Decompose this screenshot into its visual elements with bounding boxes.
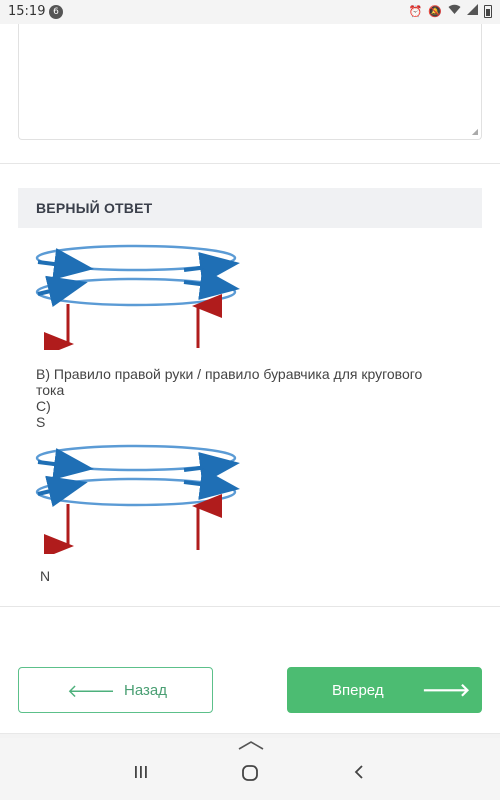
answer-text: B) Правило правой руки / правило буравчи…: [36, 366, 486, 430]
answer-line-c: C): [36, 398, 51, 414]
back-icon[interactable]: [352, 764, 366, 780]
back-button-label: Назад: [124, 682, 167, 699]
circular-current-diagram: [35, 244, 240, 350]
wifi-icon: [448, 4, 461, 18]
circular-current-diagram-2: [35, 444, 240, 554]
chevron-up-icon[interactable]: [238, 740, 264, 750]
answer-line-b-cont: тока: [36, 382, 65, 398]
answer-textarea[interactable]: ◢: [18, 24, 482, 140]
divider: [0, 163, 500, 164]
arrow-left-icon: 🡐: [67, 681, 116, 701]
system-nav-bar: [0, 738, 500, 800]
status-icons: ⏰ 🔕: [409, 4, 492, 18]
signal-icon: [467, 4, 478, 18]
current-arrow: [37, 475, 88, 507]
back-button[interactable]: 🡐 Назад: [18, 667, 213, 713]
status-bar: 15:19 6 ⏰ 🔕: [0, 0, 500, 24]
alarm-icon: ⏰: [408, 4, 423, 18]
pole-label-n: N: [40, 568, 51, 584]
correct-answer-header: ВЕРНЫЙ ОТВЕТ: [18, 188, 482, 228]
status-time: 15:19: [8, 4, 46, 19]
recent-apps-icon[interactable]: [133, 764, 149, 780]
resize-grip-icon[interactable]: ◢: [472, 127, 478, 136]
answer-line-s: S: [36, 414, 46, 430]
divider: [0, 606, 500, 607]
arrow-right-icon: 🡒: [422, 680, 471, 700]
battery-icon: [484, 4, 492, 18]
home-icon[interactable]: [241, 764, 259, 782]
current-arrow: [37, 275, 88, 307]
next-button[interactable]: Вперед 🡒: [287, 667, 482, 713]
answer-line-b: B) Правило правой руки / правило буравчи…: [36, 366, 423, 382]
notification-badge: 6: [49, 5, 63, 19]
next-button-label: Вперед: [332, 682, 384, 699]
mute-icon: 🔕: [428, 4, 442, 18]
